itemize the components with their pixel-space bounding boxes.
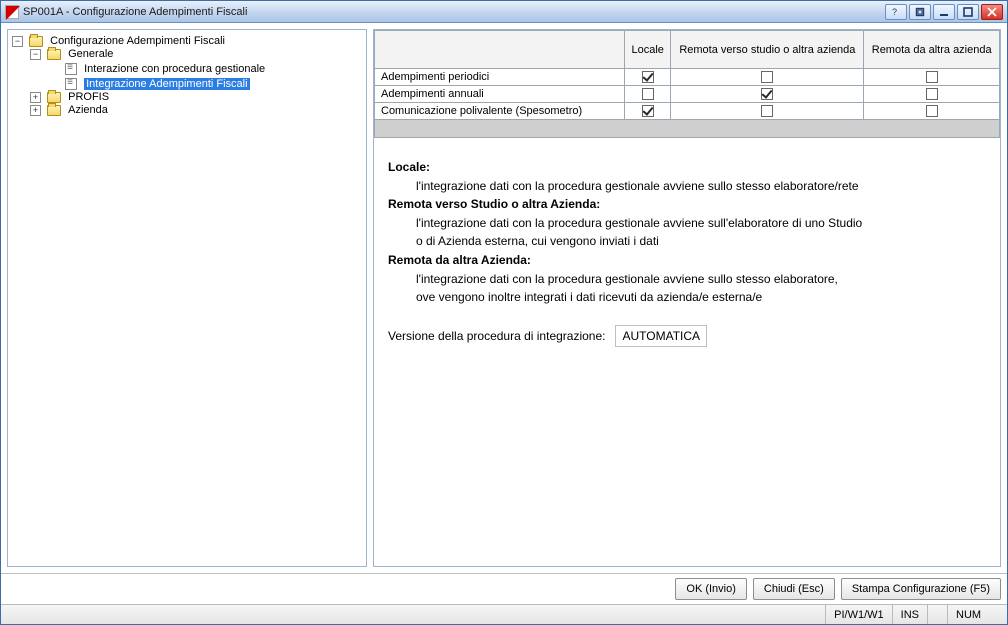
app-icon (5, 5, 19, 19)
desc-remota-studio-label: Remota verso Studio o altra Azienda: (388, 195, 976, 214)
settings-grid: Locale Remota verso studio o altra azien… (374, 30, 1000, 120)
help-button[interactable]: ? (885, 4, 907, 20)
checkbox[interactable] (761, 88, 773, 100)
close-dialog-button[interactable]: Chiudi (Esc) (753, 578, 835, 600)
folder-icon (47, 49, 61, 60)
status-num: NUM (947, 605, 1007, 624)
page-icon (65, 63, 77, 75)
table-row: Adempimenti periodici (375, 69, 1000, 86)
print-config-button[interactable]: Stampa Configurazione (F5) (841, 578, 1001, 600)
version-row: Versione della procedura di integrazione… (388, 325, 976, 348)
checkbox[interactable] (926, 105, 938, 117)
version-value: AUTOMATICA (615, 325, 707, 348)
checkbox[interactable] (761, 105, 773, 117)
checkbox[interactable] (642, 105, 654, 117)
col-locale: Locale (625, 31, 671, 69)
tree-item-interazione[interactable]: Interazione con procedura gestionale (84, 63, 265, 75)
description-block: Locale: l'integrazione dati con la proce… (374, 138, 1000, 355)
desc-remota-altra-label: Remota da altra Azienda: (388, 251, 976, 270)
grid-corner (375, 31, 625, 69)
tree-root[interactable]: Configurazione Adempimenti Fiscali (50, 35, 225, 47)
checkbox[interactable] (642, 71, 654, 83)
folder-icon (47, 105, 61, 116)
col-remota-studio: Remota verso studio o altra azienda (671, 31, 864, 69)
row-label: Adempimenti periodici (375, 69, 625, 86)
version-label: Versione della procedura di integrazione… (388, 327, 605, 346)
checkbox[interactable] (926, 88, 938, 100)
row-label: Adempimenti annuali (375, 86, 625, 103)
desc-remota-studio-text: o di Azienda esterna, cui vengono inviat… (388, 232, 976, 251)
app-window: SP001A - Configurazione Adempimenti Fisc… (0, 0, 1008, 625)
maximize-button[interactable] (957, 4, 979, 20)
desc-remota-altra-text: ove vengono inoltre integrati i dati ric… (388, 288, 976, 307)
folder-icon (29, 36, 43, 47)
desc-locale-text: l'integrazione dati con la procedura ges… (388, 177, 976, 196)
desc-locale-label: Locale: (388, 158, 976, 177)
table-row: Comunicazione polivalente (Spesometro) (375, 103, 1000, 120)
titlebar: SP001A - Configurazione Adempimenti Fisc… (1, 1, 1007, 23)
restore-small-button[interactable] (909, 4, 931, 20)
tree-spacer (48, 61, 59, 72)
body: − Configurazione Adempimenti Fiscali − G… (1, 23, 1007, 573)
page-icon (65, 78, 77, 90)
close-button[interactable] (981, 4, 1003, 20)
desc-remota-altra-text: l'integrazione dati con la procedura ges… (388, 270, 976, 289)
status-path: PI/W1/W1 (825, 605, 892, 624)
tree-item-integrazione[interactable]: Integrazione Adempimenti Fiscali (84, 78, 249, 90)
statusbar: PI/W1/W1 INS NUM (1, 604, 1007, 624)
status-spacer (1, 605, 825, 624)
expand-toggle[interactable]: − (30, 49, 41, 60)
tree-spacer (48, 76, 59, 87)
minimize-button[interactable] (933, 4, 955, 20)
tree-profis[interactable]: PROFIS (68, 91, 109, 103)
window-buttons: ? (885, 4, 1003, 20)
content-pane: Locale Remota verso studio o altra azien… (373, 29, 1001, 567)
window-title: SP001A - Configurazione Adempimenti Fisc… (23, 6, 885, 18)
grid-footer-bar (374, 120, 1000, 138)
desc-remota-studio-text: l'integrazione dati con la procedura ges… (388, 214, 976, 233)
tree-generale[interactable]: Generale (68, 48, 113, 60)
expand-toggle[interactable]: + (30, 105, 41, 116)
expand-toggle[interactable]: − (12, 36, 23, 47)
table-row: Adempimenti annuali (375, 86, 1000, 103)
row-label: Comunicazione polivalente (Spesometro) (375, 103, 625, 120)
expand-toggle[interactable]: + (30, 92, 41, 103)
button-row: OK (Invio) Chiudi (Esc) Stampa Configura… (1, 573, 1007, 604)
tree-pane[interactable]: − Configurazione Adempimenti Fiscali − G… (7, 29, 367, 567)
ok-button[interactable]: OK (Invio) (675, 578, 747, 600)
checkbox[interactable] (761, 71, 773, 83)
checkbox[interactable] (642, 88, 654, 100)
svg-text:?: ? (892, 7, 897, 17)
folder-icon (47, 92, 61, 103)
status-ins: INS (892, 605, 927, 624)
status-empty (927, 605, 947, 624)
col-remota-altra: Remota da altra azienda (864, 31, 1000, 69)
tree-azienda[interactable]: Azienda (68, 105, 108, 117)
checkbox[interactable] (926, 71, 938, 83)
